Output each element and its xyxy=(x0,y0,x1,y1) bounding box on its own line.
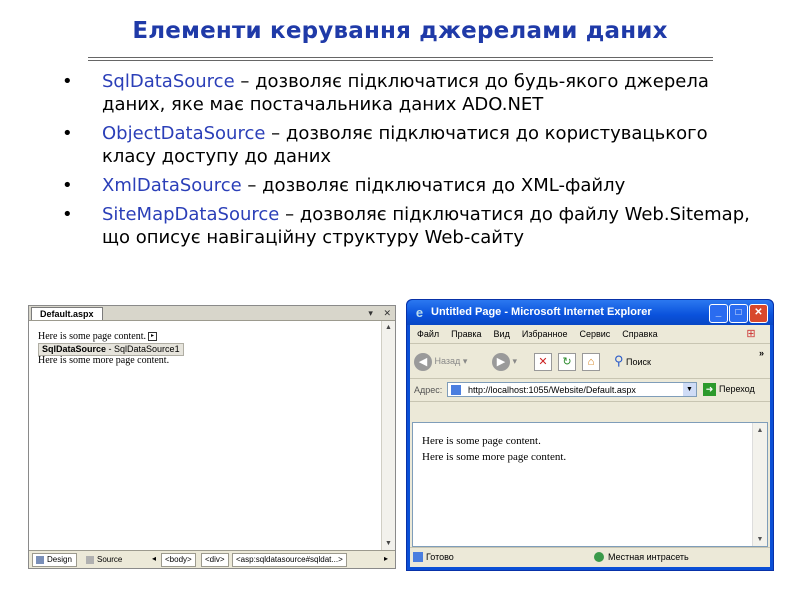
stop-icon: ✕ xyxy=(534,352,552,371)
back-label: Назад xyxy=(434,356,461,366)
tab-source-label: Source xyxy=(97,555,123,564)
windows-logo-icon: ⊞ xyxy=(746,328,756,340)
go-label: Переход xyxy=(719,384,755,394)
ie-status-bar: Готово Местная интрасеть xyxy=(410,547,770,567)
bullet-item: • XmlDataSource – дозволяє підключатися д… xyxy=(62,174,762,197)
go-button[interactable]: ➜ Переход xyxy=(703,382,755,397)
vs-text-1: Here is some page content. xyxy=(38,331,147,342)
page-done-icon xyxy=(413,552,423,562)
chevron-down-icon[interactable]: ▾ xyxy=(368,308,373,318)
breadcrumb-sqldatasource[interactable]: <asp:sqldatasource#sqldat...> xyxy=(232,553,347,567)
vs-bottom-bar: Design Source ◂ <body> <div> <asp:sqldat… xyxy=(29,550,395,568)
source-icon xyxy=(86,555,94,564)
status-text: Готово xyxy=(426,552,454,562)
design-icon xyxy=(36,555,44,564)
forward-arrow-icon: ▶ xyxy=(492,352,510,371)
scroll-down-icon[interactable]: ▼ xyxy=(383,538,394,549)
bullet-dot: • xyxy=(62,123,73,144)
ie-toolbar: ◀ Назад ▾ ▶ ▾ ✕ ↻ ⌂ ⚲ Поиск » xyxy=(410,344,770,379)
menu-tools[interactable]: Сервис xyxy=(579,329,610,339)
vs-designer-window: Default.aspx ▾ ✕ Here is some page conte… xyxy=(28,305,396,569)
bullet-keyword: SqlDataSource xyxy=(102,71,235,92)
control-type: SqlDataSource xyxy=(42,344,107,354)
menu-file[interactable]: Файл xyxy=(417,329,439,339)
menu-edit[interactable]: Правка xyxy=(451,329,481,339)
nav-left-icon[interactable]: ◂ xyxy=(149,553,159,565)
ie-address-bar: Адрес: http://localhost:1055/Website/Def… xyxy=(410,379,770,402)
smart-tag-icon[interactable]: ▸ xyxy=(148,332,158,342)
bullet-dot: • xyxy=(62,71,73,92)
tab-source[interactable]: Source xyxy=(82,553,127,567)
page-icon xyxy=(451,385,461,395)
page-text-2: Here is some more page content. xyxy=(422,451,567,463)
close-icon[interactable]: ✕ xyxy=(383,308,391,318)
tab-design[interactable]: Design xyxy=(32,553,77,567)
chevron-down-icon[interactable]: ▼ xyxy=(683,383,696,396)
nav-right-icon[interactable]: ▸ xyxy=(381,553,391,565)
vs-content-line: Here is some page content. ▸ xyxy=(38,331,381,343)
breadcrumb-body[interactable]: <body> xyxy=(161,553,196,567)
slide-title: Елементи керування джерелами даних xyxy=(132,18,668,44)
forward-button[interactable]: ▶ ▾ xyxy=(492,350,517,372)
minimize-icon[interactable]: _ xyxy=(709,304,728,323)
bullet-keyword: XmlDataSource xyxy=(102,175,242,196)
menu-help[interactable]: Справка xyxy=(622,329,657,339)
control-id: - SqlDataSource1 xyxy=(106,344,180,354)
home-icon: ⌂ xyxy=(582,352,600,371)
back-button[interactable]: ◀ Назад ▾ xyxy=(414,350,467,372)
vs-control-line: SqlDataSource - SqlDataSource1 xyxy=(38,343,381,356)
scroll-up-icon[interactable]: ▲ xyxy=(754,424,766,436)
address-label: Адрес: xyxy=(414,385,443,395)
bullet-keyword: ObjectDataSource xyxy=(102,123,266,144)
bullet-item: • SiteMapDataSource – дозволяє підключати… xyxy=(62,203,762,249)
scroll-up-icon[interactable]: ▲ xyxy=(383,322,394,333)
title-divider xyxy=(88,57,713,61)
go-arrow-icon: ➜ xyxy=(703,383,716,397)
menu-favorites[interactable]: Избранное xyxy=(522,329,568,339)
close-icon[interactable]: ✕ xyxy=(749,304,768,323)
search-icon: ⚲ xyxy=(614,353,624,368)
vs-text-2: Here is some more page content. xyxy=(38,355,170,366)
toolbar-more-icon[interactable]: » xyxy=(759,346,764,368)
scroll-down-icon[interactable]: ▼ xyxy=(754,533,766,545)
address-url: http://localhost:1055/Website/Default.as… xyxy=(468,385,636,395)
vs-design-surface[interactable]: Here is some page content. ▸ SqlDataSourc… xyxy=(29,321,381,550)
page-text-1: Here is some page content. xyxy=(422,435,541,447)
bullet-item: • SqlDataSource – дозволяє підключатися д… xyxy=(62,70,762,116)
breadcrumb-div[interactable]: <div> xyxy=(201,553,229,567)
ie-page-body: Here is some page content. Here is some … xyxy=(413,423,767,465)
bullet-dot: • xyxy=(62,175,73,196)
home-button[interactable]: ⌂ xyxy=(582,350,600,372)
ie-page-content: Here is some page content. Here is some … xyxy=(412,422,768,547)
stop-button[interactable]: ✕ xyxy=(534,350,552,372)
ie-client: Файл Правка Вид Избранное Сервис Справка ⊞ ◀ … xyxy=(410,325,770,567)
search-button[interactable]: ⚲ Поиск xyxy=(614,350,651,372)
ie-window-title: Untitled Page - Microsoft Internet Explo… xyxy=(431,306,652,318)
tab-design-label: Design xyxy=(47,555,72,564)
search-label: Поиск xyxy=(626,357,651,367)
vs-tab-buttons: ▾ ✕ xyxy=(368,306,391,320)
ie-logo-icon: e xyxy=(415,305,424,320)
address-input[interactable]: http://localhost:1055/Website/Default.as… xyxy=(447,382,697,397)
refresh-icon: ↻ xyxy=(558,352,576,371)
intranet-zone-icon xyxy=(594,552,604,562)
bullet-keyword: SiteMapDataSource xyxy=(102,204,280,225)
ie-vertical-scrollbar[interactable]: ▲ ▼ xyxy=(752,423,767,546)
bullet-item: • ObjectDataSource – дозволяє підключатис… xyxy=(62,122,762,168)
ie-window: e Untitled Page - Microsoft Internet Exp… xyxy=(406,299,774,571)
vs-tab-bar: Default.aspx ▾ ✕ xyxy=(29,306,395,321)
refresh-button[interactable]: ↻ xyxy=(558,350,576,372)
status-zone: Местная интрасеть xyxy=(608,552,689,562)
bullet-list: • SqlDataSource – дозволяє підключатися д… xyxy=(62,70,762,255)
ie-menubar: Файл Правка Вид Избранное Сервис Справка ⊞ xyxy=(410,325,770,344)
ie-title-bar: e Untitled Page - Microsoft Internet Exp… xyxy=(407,300,773,325)
bullet-dot: • xyxy=(62,204,73,225)
menu-view[interactable]: Вид xyxy=(494,329,510,339)
back-arrow-icon: ◀ xyxy=(414,352,432,371)
vs-vertical-scrollbar[interactable]: ▲ ▼ xyxy=(381,321,395,550)
maximize-icon[interactable]: □ xyxy=(729,304,748,323)
vs-document-tab[interactable]: Default.aspx xyxy=(31,307,103,320)
bullet-text: – дозволяє підключатися до XML-файлу xyxy=(241,175,626,196)
vs-content-line: Here is some more page content. xyxy=(38,355,381,367)
